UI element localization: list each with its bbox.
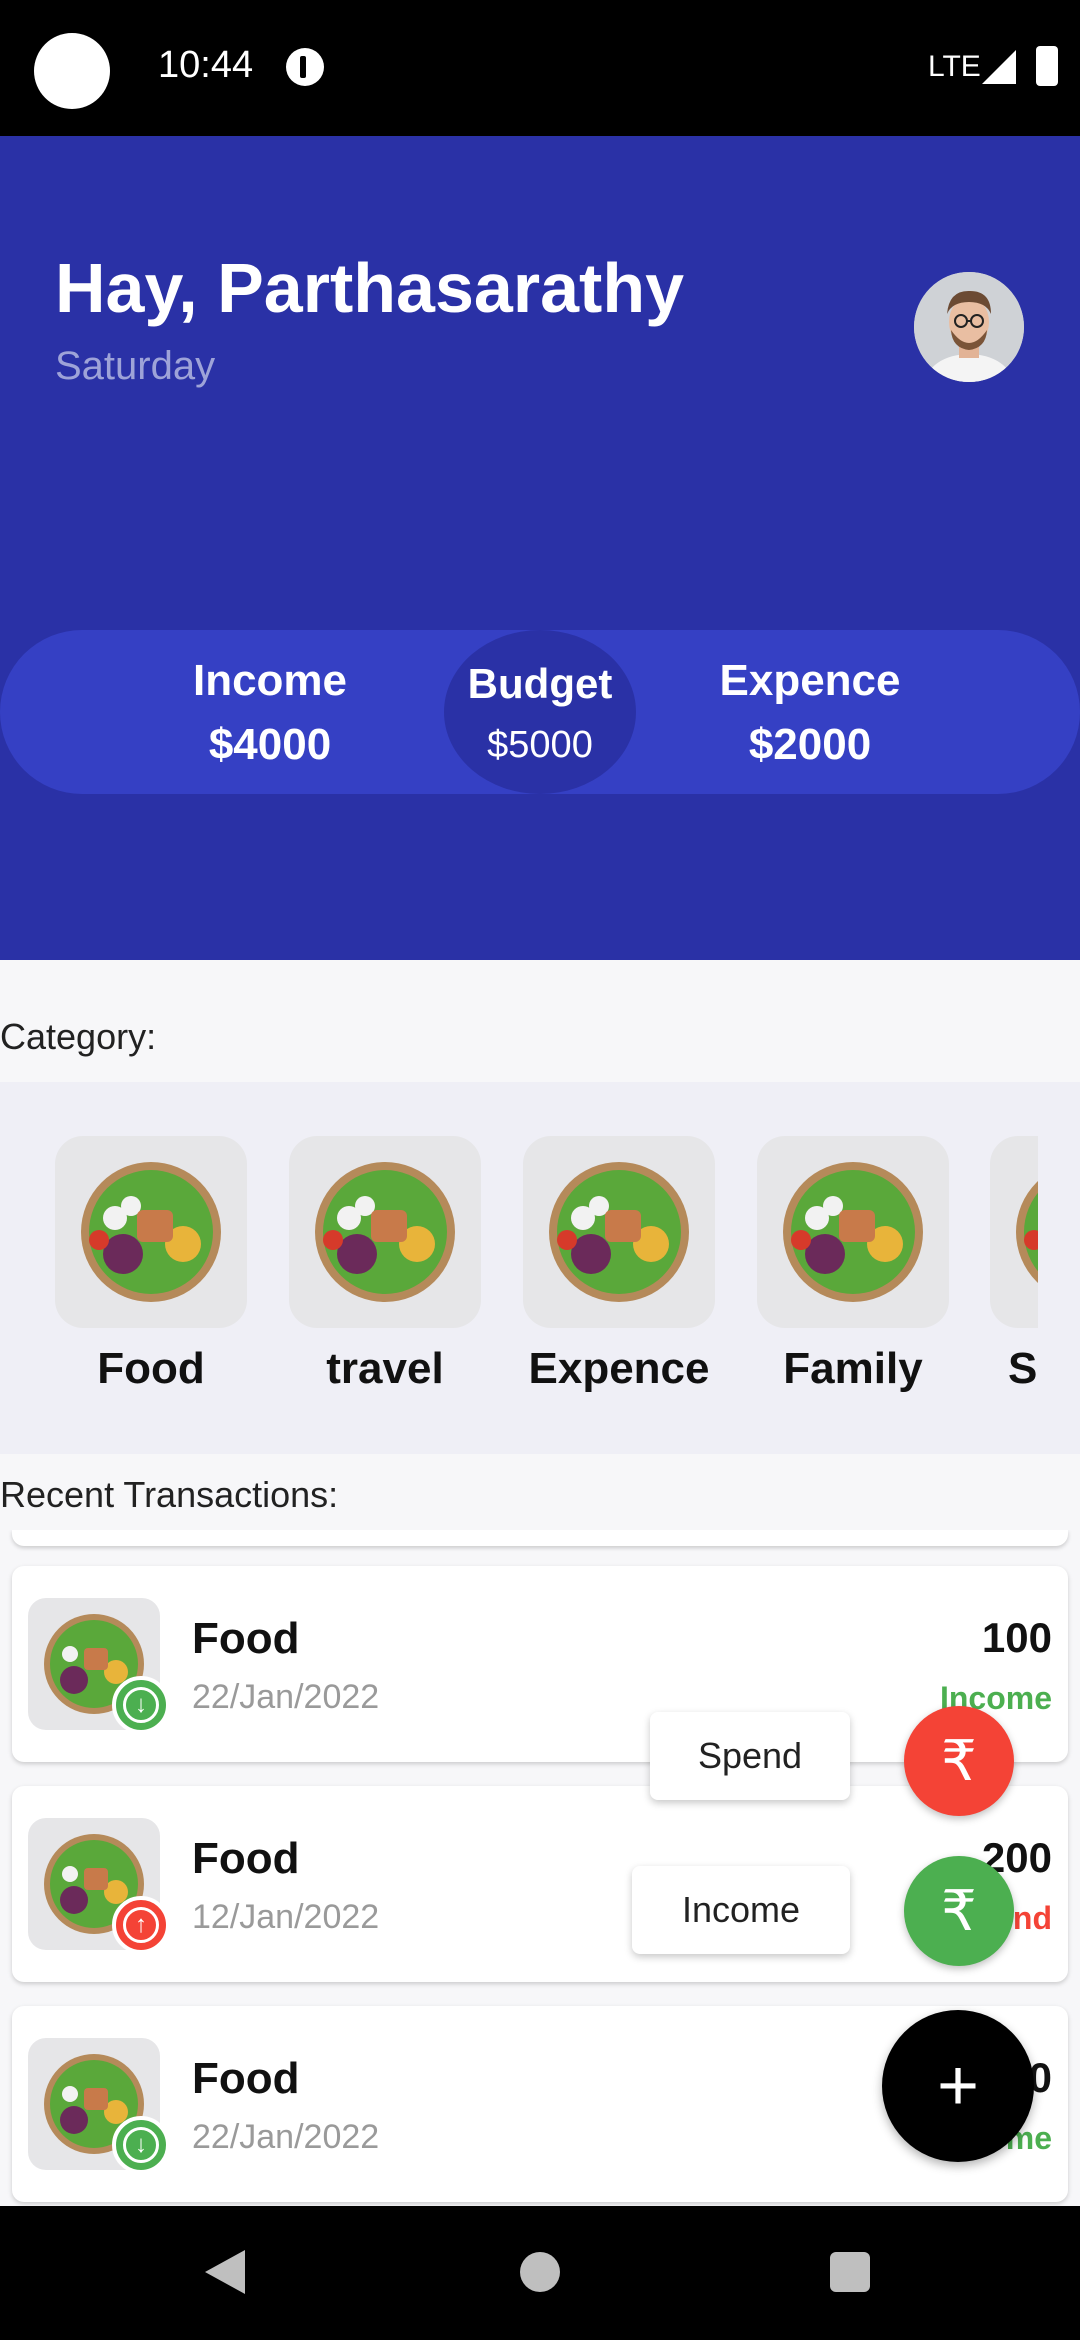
category-item-expence[interactable]: Expence <box>523 1136 715 1394</box>
add-transaction-fab[interactable]: + <box>882 2010 1034 2162</box>
category-item-partial[interactable]: Sa <box>990 1136 1038 1394</box>
transaction-amount: 100 <box>981 1614 1052 1661</box>
category-carousel[interactable]: Food travel Expence Family S <box>0 1082 1080 1454</box>
transactions-heading: Recent Transactions: <box>0 1474 339 1515</box>
category-label: Sa <box>1008 1344 1038 1393</box>
income-summary-value: $4000 <box>208 720 332 769</box>
budget-summary-value: $5000 <box>487 724 593 766</box>
salad-bowl-icon <box>990 1136 1038 1328</box>
avatar[interactable] <box>914 272 1024 382</box>
add-spend-button[interactable]: ₹ <box>904 1706 1014 1816</box>
income-summary-label: Income <box>192 656 348 705</box>
income-badge: ↓ <box>112 1676 170 1734</box>
income-badge: ↓ <box>112 2116 170 2174</box>
budget-summary[interactable]: Budget $5000 <box>444 630 636 794</box>
day-label: Saturday <box>55 344 216 388</box>
header-panel: Hay, Parthasarathy Saturday Income $4000… <box>0 136 1080 960</box>
spend-badge: ↑ <box>112 1896 170 1954</box>
back-icon[interactable] <box>205 2250 245 2294</box>
category-label: Expence <box>528 1344 710 1393</box>
navigation-bar <box>0 2206 1080 2340</box>
arrow-down-icon: ↓ <box>123 2127 159 2163</box>
income-summary: Income $4000 <box>140 656 400 770</box>
category-label: Family <box>783 1344 923 1393</box>
category-item-food[interactable]: Food <box>55 1136 247 1394</box>
category-heading: Category: <box>0 1016 157 1057</box>
network-type: LTE <box>928 50 981 83</box>
avatar-portrait-icon <box>914 272 1024 382</box>
notification-icon <box>286 48 324 86</box>
status-time: 10:44 <box>158 44 254 86</box>
category-label: travel <box>326 1344 444 1393</box>
expense-summary: Expence $2000 <box>680 656 940 770</box>
add-income-button[interactable]: ₹ <box>904 1856 1014 1966</box>
transaction-title: Food <box>192 2054 300 2103</box>
transaction-date: 22/Jan/2022 <box>192 1678 380 1716</box>
transaction-title: Food <box>192 1834 300 1883</box>
transaction-card[interactable]: ↓ Food 22/Jan/2022 100 Income <box>12 1566 1068 1762</box>
home-icon[interactable] <box>520 2252 560 2292</box>
budget-summary-label: Budget <box>467 660 613 707</box>
plus-icon: + <box>936 2046 980 2126</box>
battery-icon <box>1036 46 1058 86</box>
transaction-title: Food <box>192 1614 300 1663</box>
transaction-date: 22/Jan/2022 <box>192 2118 380 2156</box>
salad-bowl-icon <box>55 1136 247 1328</box>
status-bar: 10:44 LTE <box>0 0 1080 136</box>
arrow-up-icon: ↑ <box>123 1907 159 1943</box>
income-fab-label[interactable]: Income <box>632 1866 850 1954</box>
rupee-icon: ₹ <box>941 1879 977 1942</box>
salad-bowl-icon <box>757 1136 949 1328</box>
greeting-title: Hay, Parthasarathy <box>55 249 685 327</box>
expense-summary-value: $2000 <box>748 720 872 769</box>
app-screen: Hay, Parthasarathy Saturday Income $4000… <box>0 136 1080 2206</box>
category-label: Food <box>97 1344 205 1393</box>
phone-frame: 10:44 LTE Hay, Parthasarathy Saturday In… <box>0 0 1080 2340</box>
category-item-family[interactable]: Family <box>757 1136 949 1394</box>
spend-fab-label[interactable]: Spend <box>650 1712 850 1800</box>
arrow-down-icon: ↓ <box>123 1687 159 1723</box>
recents-icon[interactable] <box>830 2252 870 2292</box>
expense-summary-label: Expence <box>719 656 901 705</box>
camera-cutout <box>34 33 110 109</box>
transaction-date: 12/Jan/2022 <box>192 1898 380 1936</box>
category-item-travel[interactable]: travel <box>289 1136 481 1394</box>
salad-bowl-icon <box>289 1136 481 1328</box>
rupee-icon: ₹ <box>941 1729 977 1792</box>
signal-icon <box>982 50 1016 84</box>
transaction-card-partial <box>12 1530 1068 1546</box>
budget-summary-bar: Income $4000 Budget $5000 Expence $2000 <box>0 630 1080 794</box>
salad-bowl-icon <box>523 1136 715 1328</box>
